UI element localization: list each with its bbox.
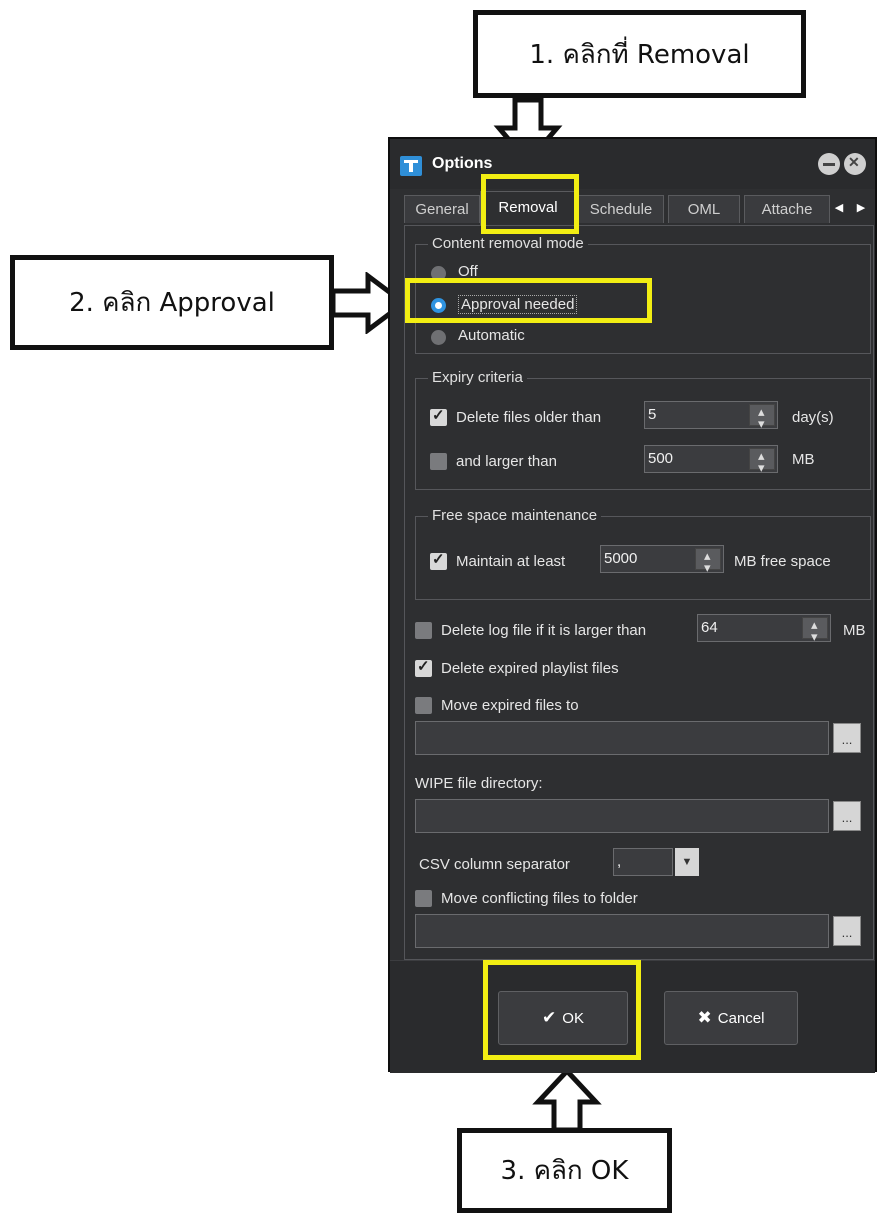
expiry-criteria-title: Expiry criteria [428,369,527,386]
tab-oml[interactable]: OML [668,195,740,223]
ok-button-label: OK [562,1009,584,1027]
move-expired-checkbox[interactable] [415,697,432,714]
tab-bar: General Removal Schedule OML Attache ◀ ▶ [404,191,874,225]
callout-step-3: 3. คลิก OK [457,1128,672,1213]
callout-step-2: 2. คลิก Approval [10,255,334,350]
minimize-button[interactable] [818,153,840,175]
maintain-unit-label: MB free space [734,553,831,570]
move-conflicting-path-input[interactable] [415,914,829,948]
title-bar: Options [390,139,875,189]
log-size-unit: MB [843,622,866,639]
expiry-criteria-group: Expiry criteria Delete files older than … [415,369,871,490]
callout-step-1: 1. คลิกที่ Removal [473,10,806,98]
free-space-title: Free space maintenance [428,507,602,524]
wipe-browse-button[interactable]: ... [833,801,861,831]
content-removal-title: Content removal mode [428,235,588,252]
cancel-button[interactable]: ✖ Cancel [664,991,798,1045]
maintain-mb-spinner[interactable] [695,543,721,581]
delete-older-label: Delete files older than [456,409,602,426]
older-days-spinner[interactable] [749,399,775,437]
move-conflicting-label: Move conflicting files to folder [441,890,638,907]
move-conflicting-browse-button[interactable]: ... [833,916,861,946]
delete-log-checkbox[interactable] [415,622,432,639]
delete-log-label: Delete log file if it is larger than [441,622,647,639]
maintain-mb-value: 5000 [604,550,638,567]
larger-unit-label: MB [792,451,815,468]
tab-attache[interactable]: Attache [744,195,830,223]
callout-step-1-text: 1. คลิกที่ Removal [529,39,750,70]
tab-schedule[interactable]: Schedule [578,195,664,223]
free-space-group: Free space maintenance Maintain at least… [415,507,871,600]
tab-scroll-left-icon[interactable]: ◀ [832,199,846,217]
delete-older-checkbox[interactable] [430,406,447,426]
move-conflicting-checkbox[interactable] [415,890,432,907]
delete-playlist-checkbox[interactable] [415,657,432,677]
csv-separator-select[interactable]: , [613,848,673,876]
maintain-mb-input[interactable]: 5000 [600,543,724,581]
csv-separator-value: , [617,853,622,870]
callout-step-2-text: 2. คลิก Approval [69,288,275,318]
tab-removal[interactable]: Removal [480,191,576,225]
radio-approval-needed-label: Approval needed [458,295,578,314]
larger-mb-input[interactable]: 500 [644,443,778,481]
removal-panel: Content removal mode Off Approval needed… [404,225,874,960]
content-removal-group: Content removal mode Off Approval needed… [415,235,871,354]
close-button[interactable] [844,153,866,175]
move-expired-browse-button[interactable]: ... [833,723,861,753]
radio-approval-needed[interactable] [431,298,446,313]
older-days-value: 5 [648,406,657,423]
move-expired-path-input[interactable] [415,721,829,755]
app-icon [400,156,422,176]
log-size-value: 64 [701,619,718,636]
dialog-title: Options [432,155,493,172]
maintain-label: Maintain at least [456,553,566,570]
x-icon: ✖ [697,1008,712,1027]
ok-button[interactable]: ✔ OK [498,991,628,1045]
move-expired-label: Move expired files to [441,697,579,714]
delete-playlist-label: Delete expired playlist files [441,660,619,677]
older-unit-label: day(s) [792,409,834,426]
larger-than-label: and larger than [456,453,557,470]
dialog-footer: ✔ OK ✖ Cancel [390,960,875,1073]
wipe-path-input[interactable] [415,799,829,833]
larger-mb-spinner[interactable] [749,443,775,481]
csv-dropdown-icon[interactable]: ▼ [675,848,699,876]
larger-than-checkbox[interactable] [430,453,447,470]
options-dialog: Options General Removal Schedule OML Att… [388,137,877,1073]
cancel-button-label: Cancel [717,1009,765,1027]
callout-step-3-text: 3. คลิก OK [500,1156,629,1186]
up-arrow-icon [532,1068,602,1132]
check-icon: ✔ [542,1008,557,1027]
radio-automatic[interactable] [431,330,446,345]
maintain-checkbox[interactable] [430,550,447,570]
tab-scroll-right-icon[interactable]: ▶ [854,199,868,217]
older-days-input[interactable]: 5 [644,399,778,437]
wipe-label: WIPE file directory: [415,775,543,792]
radio-automatic-label: Automatic [458,327,525,344]
radio-off-label: Off [458,263,478,280]
tab-general[interactable]: General [404,195,480,223]
radio-off[interactable] [431,266,446,281]
csv-separator-label: CSV column separator [419,856,570,873]
log-size-input[interactable]: 64 [697,612,831,650]
larger-mb-value: 500 [648,450,674,467]
log-size-spinner[interactable] [802,612,828,650]
